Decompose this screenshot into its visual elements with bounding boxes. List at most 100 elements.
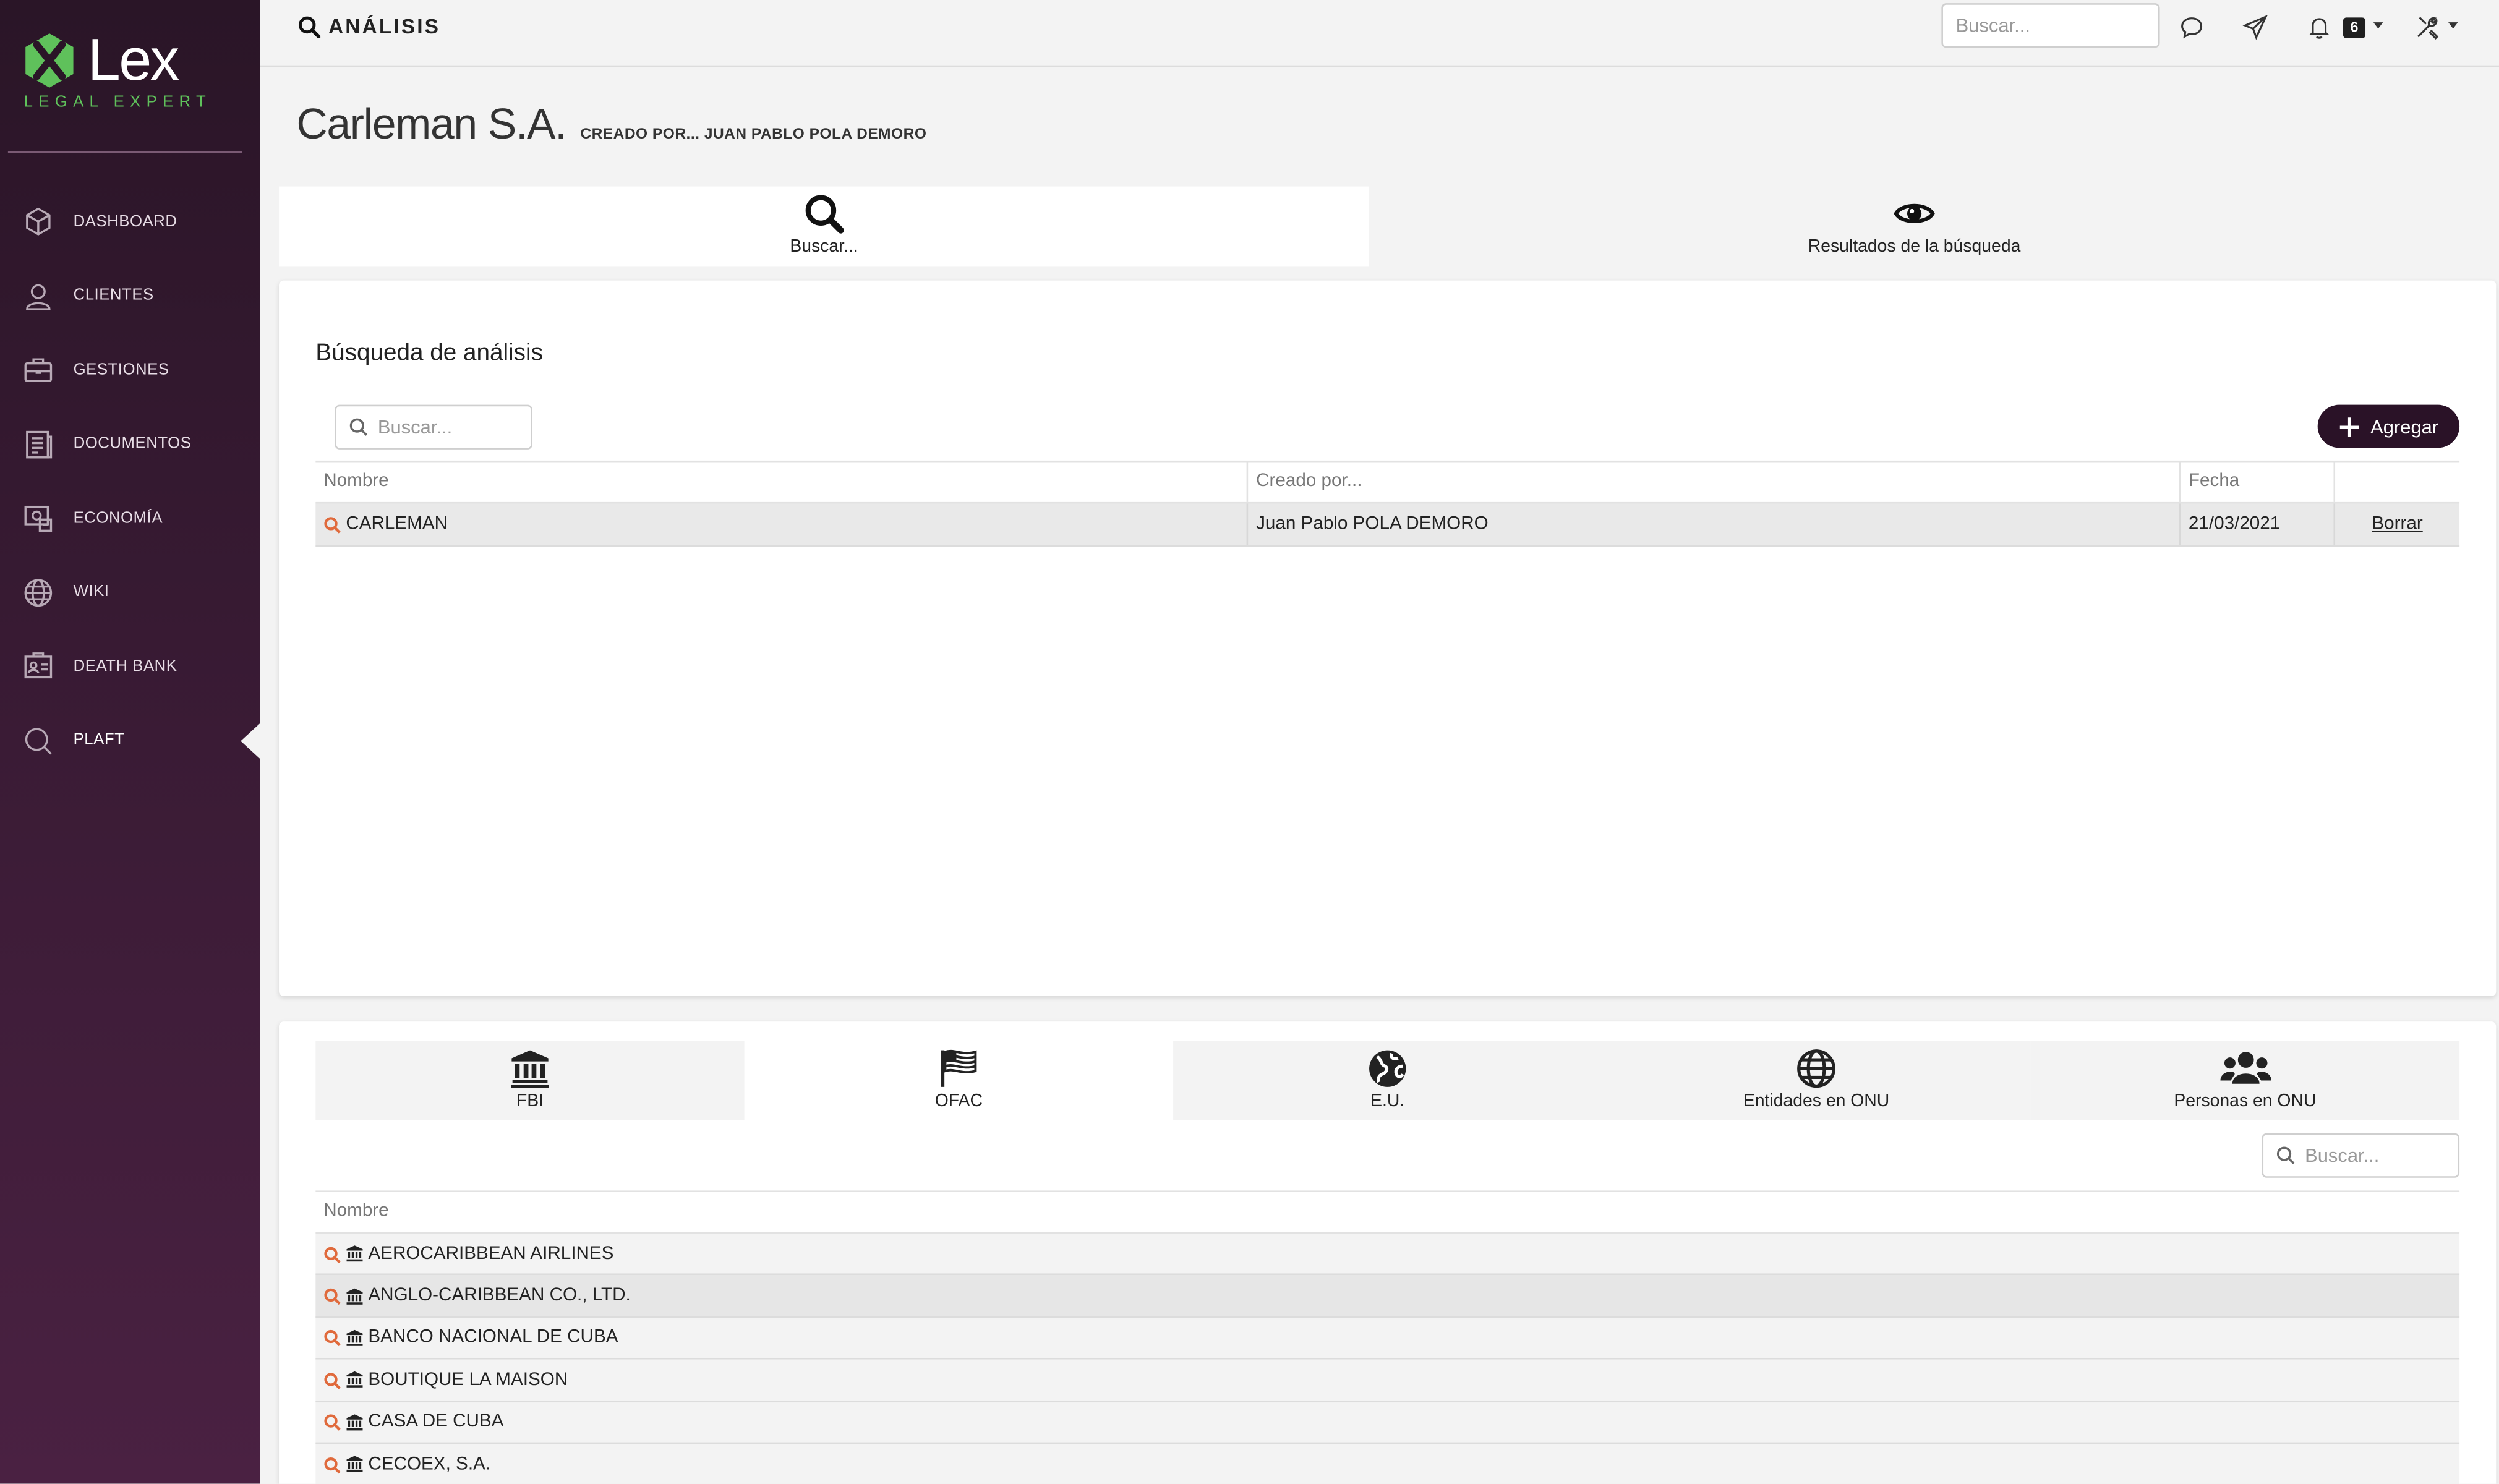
cell-date: 21/03/2021 bbox=[2181, 503, 2336, 545]
globe-icon bbox=[22, 576, 54, 608]
table-row[interactable]: CARLEMAN Juan Pablo POLA DEMORO 21/03/20… bbox=[315, 503, 2460, 547]
search-icon[interactable] bbox=[323, 1288, 341, 1305]
list-item-name: ANGLO-CARIBBEAN CO., LTD. bbox=[368, 1286, 631, 1306]
search-icon bbox=[349, 418, 368, 436]
sidebar-item-economia[interactable]: ECONOMÍA bbox=[0, 481, 260, 555]
sidebar-divider bbox=[7, 151, 242, 153]
sidebar-item-documentos[interactable]: DOCUMENTOS bbox=[0, 407, 260, 482]
tab-label: E.U. bbox=[1370, 1091, 1405, 1111]
cube-icon bbox=[22, 206, 54, 238]
tools-icon[interactable] bbox=[2415, 14, 2440, 40]
add-button[interactable]: Agregar bbox=[2317, 404, 2460, 448]
tab-buscar[interactable]: Buscar... bbox=[279, 186, 1370, 267]
bank-icon bbox=[346, 1456, 363, 1473]
column-header-nombre[interactable]: Nombre bbox=[315, 1192, 2459, 1232]
sidebar-item-label: ECONOMÍA bbox=[73, 510, 163, 527]
column-header-nombre[interactable]: Nombre bbox=[315, 462, 1249, 502]
bank-icon bbox=[511, 1050, 549, 1088]
id-card-icon bbox=[22, 650, 54, 683]
tab-label: FBI bbox=[516, 1091, 544, 1111]
list-item[interactable]: CECOEX, S.A. bbox=[315, 1444, 2460, 1484]
brand-logo[interactable]: Lex LEGAL EXPERT bbox=[21, 28, 244, 124]
list-body: AEROCARIBBEAN AIRLINES ANGLO-CARIBBEAN C… bbox=[315, 1233, 2460, 1484]
search-icon[interactable] bbox=[323, 1372, 341, 1389]
list-item-name: BOUTIQUE LA MAISON bbox=[368, 1370, 568, 1390]
analysis-card: Búsqueda de análisis Agregar Nombre Crea… bbox=[279, 280, 2497, 996]
tab-resultados[interactable]: Resultados de la búsqueda bbox=[1369, 186, 2460, 267]
search-icon bbox=[22, 725, 54, 757]
cell-name[interactable]: CARLEMAN bbox=[315, 503, 1249, 545]
list-item[interactable]: AEROCARIBBEAN AIRLINES bbox=[315, 1233, 2460, 1276]
sidebar-item-label: DASHBOARD bbox=[73, 213, 177, 231]
sidebar-item-label: WIKI bbox=[73, 584, 109, 602]
bank-icon bbox=[346, 1414, 363, 1431]
tab-eu[interactable]: E.U. bbox=[1173, 1041, 1602, 1120]
sources-card: FBI OFAC E.U. Entidades en ONU Personas … bbox=[279, 1021, 2497, 1484]
analysis-search[interactable] bbox=[335, 404, 532, 450]
sidebar-item-wiki[interactable]: WIKI bbox=[0, 555, 260, 629]
user-icon bbox=[22, 280, 54, 312]
chat-icon[interactable] bbox=[2179, 14, 2204, 40]
source-tabs: FBI OFAC E.U. Entidades en ONU Personas … bbox=[315, 1041, 2460, 1120]
delete-link[interactable]: Borrar bbox=[2372, 515, 2422, 534]
sidebar-item-label: CLIENTES bbox=[73, 287, 154, 305]
tab-label: Entidades en ONU bbox=[1743, 1091, 1890, 1111]
lex-logo-icon bbox=[25, 33, 74, 88]
notification-badge[interactable]: 6 bbox=[2343, 17, 2366, 38]
tab-label: Resultados de la búsqueda bbox=[1808, 237, 2021, 257]
sidebar-item-dashboard[interactable]: DASHBOARD bbox=[0, 185, 260, 259]
chevron-down-icon[interactable] bbox=[2448, 22, 2458, 29]
bank-icon bbox=[346, 1287, 363, 1305]
sidebar-nav: DASHBOARD CLIENTES GESTIONES DOCUMENTOS … bbox=[0, 185, 260, 778]
money-icon bbox=[22, 503, 54, 535]
column-header-fecha[interactable]: Fecha bbox=[2181, 462, 2336, 502]
tab-personas-onu[interactable]: Personas en ONU bbox=[2030, 1041, 2460, 1120]
search-icon[interactable] bbox=[323, 1414, 341, 1431]
sidebar: Lex LEGAL EXPERT DASHBOARD CLIENTES GEST… bbox=[0, 0, 260, 1484]
global-search-input[interactable] bbox=[1941, 3, 2160, 48]
list-item[interactable]: CASA DE CUBA bbox=[315, 1402, 2460, 1444]
cell-actions: Borrar bbox=[2335, 503, 2459, 545]
search-icon bbox=[2276, 1146, 2295, 1164]
search-icon[interactable] bbox=[323, 1246, 341, 1263]
list-item[interactable]: BANCO NACIONAL DE CUBA bbox=[315, 1318, 2460, 1360]
sources-list: Nombre AEROCARIBBEAN AIRLINES ANGLO-CARI… bbox=[315, 1190, 2460, 1484]
topbar-title: ANÁLISIS bbox=[298, 14, 440, 38]
search-icon bbox=[805, 195, 844, 234]
briefcase-icon bbox=[22, 354, 54, 386]
chevron-down-icon[interactable] bbox=[2373, 22, 2383, 29]
tab-entidades-onu[interactable]: Entidades en ONU bbox=[1602, 1041, 2031, 1120]
sidebar-item-label: GESTIONES bbox=[73, 361, 169, 379]
search-icon[interactable] bbox=[323, 1330, 341, 1347]
sidebar-item-plaft[interactable]: PLAFT bbox=[0, 704, 260, 778]
send-icon[interactable] bbox=[2242, 14, 2268, 40]
analysis-table: Nombre Creado por... Fecha CARLEMAN Juan… bbox=[315, 460, 2460, 547]
list-item[interactable]: BOUTIQUE LA MAISON bbox=[315, 1360, 2460, 1402]
sources-search-input[interactable] bbox=[2305, 1144, 2456, 1167]
flag-icon bbox=[941, 1049, 977, 1087]
topbar: ANÁLISIS 6 bbox=[260, 0, 2499, 67]
search-icon[interactable] bbox=[323, 1456, 341, 1473]
sidebar-item-gestiones[interactable]: GESTIONES bbox=[0, 333, 260, 407]
bell-icon[interactable] bbox=[2307, 14, 2332, 40]
sidebar-item-clientes[interactable]: CLIENTES bbox=[0, 259, 260, 333]
bank-icon bbox=[346, 1371, 363, 1389]
cell-created-by: Juan Pablo POLA DEMORO bbox=[1248, 503, 2181, 545]
column-header-creado-por[interactable]: Creado por... bbox=[1248, 462, 2181, 502]
sidebar-item-death-bank[interactable]: DEATH BANK bbox=[0, 629, 260, 704]
search-icon[interactable] bbox=[323, 516, 341, 534]
tab-label: Buscar... bbox=[790, 237, 858, 257]
sources-search[interactable] bbox=[2262, 1133, 2460, 1178]
list-item-name: BANCO NACIONAL DE CUBA bbox=[368, 1328, 618, 1348]
list-item-name: CASA DE CUBA bbox=[368, 1412, 504, 1432]
tab-fbi[interactable]: FBI bbox=[315, 1041, 745, 1120]
tab-ofac[interactable]: OFAC bbox=[744, 1041, 1174, 1120]
list-item[interactable]: ANGLO-CARIBBEAN CO., LTD. bbox=[315, 1276, 2460, 1318]
sidebar-item-label: DOCUMENTOS bbox=[73, 435, 192, 453]
column-header-actions bbox=[2335, 462, 2459, 501]
eye-icon bbox=[1894, 203, 1935, 223]
row-name: CARLEMAN bbox=[346, 514, 448, 534]
analysis-search-input[interactable] bbox=[377, 416, 529, 438]
users-icon bbox=[2219, 1052, 2271, 1084]
brand-name: Lex bbox=[87, 27, 180, 93]
